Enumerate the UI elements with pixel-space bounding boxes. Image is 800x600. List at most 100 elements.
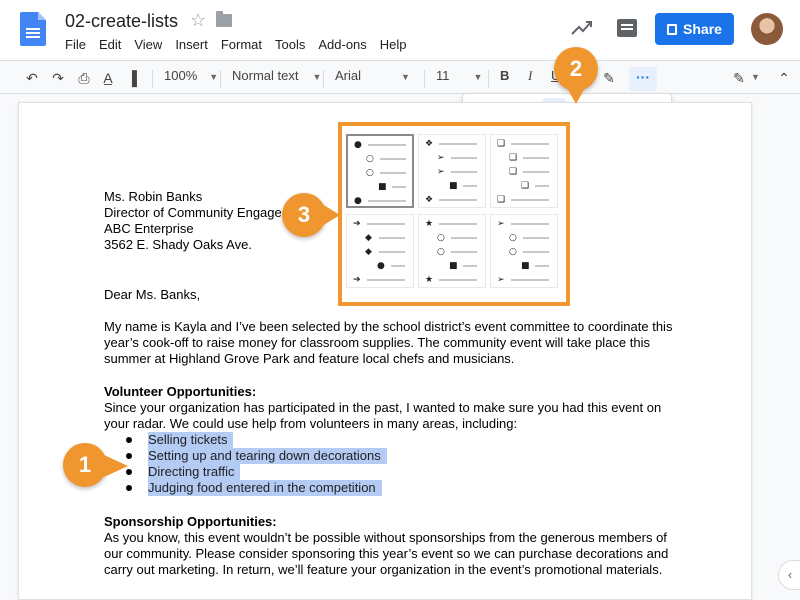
highlight-pen-icon[interactable]: ✎ [601,70,617,86]
menu-edit[interactable]: Edit [99,37,121,52]
side-panel-toggle-icon[interactable]: ‹ [778,560,800,590]
bullet-style-line [523,251,549,253]
collapse-icon[interactable]: ⌃ [776,70,792,86]
bullet-style-line [523,237,549,239]
app-header: 02-create-lists ☆ File Edit View Insert … [0,0,800,60]
bullet-style-line [367,279,405,281]
bullet-style-line [439,223,477,225]
bullet-style-line [380,172,406,174]
chevron-down-icon: ▼ [401,72,410,82]
bullet-style-option[interactable]: ❑ ❑ ❑ ❑ ❑ [490,134,558,208]
list-item-text: Judging food entered in the competition [148,480,382,496]
list-item-text: Directing traffic [148,464,241,480]
bullet-style-line [439,279,477,281]
menu-view[interactable]: View [134,37,162,52]
bullet-style-line [535,185,549,187]
bullet-glyph-icon: ❑ [509,153,518,163]
bullet-glyph-icon: ★ [425,275,434,285]
avatar[interactable] [751,13,783,45]
bullet-glyph-icon: ● [377,261,385,271]
list-item-text: Setting up and tearing down decorations [148,448,387,464]
bullet-style-line [511,279,549,281]
bullet-style-option[interactable]: ➢ ○ ○ ■ ➢ [490,214,558,288]
editing-mode-chevron-icon[interactable]: ▼ [751,68,760,83]
bullet-style-option[interactable]: ● ○ ○ ■ ● [346,134,414,208]
docs-logo-icon[interactable] [20,12,46,46]
style-select[interactable]: Normal text ▼ [232,68,321,83]
folder-icon[interactable] [216,11,232,27]
bullet-glyph-icon: ◆ [365,233,372,243]
menu-insert[interactable]: Insert [175,37,208,52]
paint-format-icon[interactable]: ▐ [124,70,140,86]
share-button[interactable]: Share [655,13,734,45]
bullet-style-line [391,265,405,267]
star-icon[interactable]: ☆ [190,10,206,31]
bullet-style-option[interactable]: ❖ ➢ ➢ ■ ❖ [418,134,486,208]
address-line: Ms. Robin Banks [104,189,203,204]
callout-pointer [567,88,585,104]
italic-button[interactable]: I [528,68,532,84]
intro-paragraph: My name is Kayla and I’ve been selected … [104,319,673,366]
bullet-style-line [368,200,406,202]
document-title[interactable]: 02-create-lists [65,11,178,32]
bullet-style-line [439,199,477,201]
bullet-style-line [535,265,549,267]
divider [152,70,153,88]
bullet-glyph-icon: ❑ [509,167,518,177]
zoom-select[interactable]: 100% ▼ [164,68,218,83]
bullet-style-line [463,185,477,187]
bullet-glyph-icon: ◆ [365,247,372,257]
recipient-address: Ms. Robin Banks Director of Community En… [104,189,282,253]
bullet-style-option[interactable]: ➔ ◆ ◆ ● ➔ [346,214,414,288]
bullet-style-line [451,157,477,159]
font-select[interactable]: Arial ▼ [335,68,410,83]
callout-3: 3 [282,193,326,237]
chevron-down-icon: ▼ [473,72,483,82]
bullet-style-line [463,265,477,267]
bullet-glyph-icon: ❑ [521,181,530,191]
bold-button[interactable]: B [500,68,509,83]
menu-file[interactable]: File [65,37,86,52]
bullet-glyph-icon: ➢ [437,153,445,163]
menu-help[interactable]: Help [380,37,407,52]
more-options-button[interactable]: ··· [629,67,657,91]
lock-icon [667,23,678,35]
bullet-style-line [379,251,405,253]
bullet-icon [126,485,132,491]
bullet-style-grid: ● ○ ○ ■ ● ❖ ➢ ➢ ■ ❖ ❑ ❑ ❑ ❑ ❑ ➔ ◆ ◆ ● ➔ ★ ○ ○ ■ ★ ➢ ○ ○ ■ ➢ [346,134,562,294]
callout-pointer [104,455,128,477]
zoom-value: 100% [164,68,198,83]
font-size-select[interactable]: 11 ▼ [436,68,482,83]
bullet-glyph-icon: ❑ [497,139,506,149]
undo-icon[interactable]: ↶ [24,70,40,86]
menu-addons[interactable]: Add-ons [318,37,366,52]
bullet-glyph-icon: ● [354,140,362,150]
divider [488,70,489,88]
print-icon[interactable]: ⎙ [76,70,92,86]
redo-icon[interactable]: ↷ [50,70,66,86]
list-item-text: Selling tickets [148,432,234,448]
divider [424,70,425,88]
menu-tools[interactable]: Tools [275,37,305,52]
menu-format[interactable]: Format [221,37,262,52]
spellcheck-icon[interactable]: A̲ [100,70,116,86]
bullet-style-option[interactable]: ★ ○ ○ ■ ★ [418,214,486,288]
bullet-style-line [511,143,549,145]
bullet-style-line [379,237,405,239]
callout-2: 2 [554,47,598,91]
activity-trend-icon[interactable] [571,19,593,37]
bullet-style-line [451,171,477,173]
bullet-glyph-icon: ○ [437,233,445,243]
bullet-glyph-icon: ➢ [497,275,505,285]
bullet-style-line [367,223,405,225]
comment-icon[interactable] [617,19,637,37]
bullet-style-line [392,186,406,188]
editing-mode-icon[interactable]: ✎ [731,70,747,86]
bullet-glyph-icon: ○ [437,247,445,257]
bullet-glyph-icon: ➢ [437,167,445,177]
bullet-style-line [511,223,549,225]
bullet-glyph-icon: ○ [509,247,517,257]
bullet-glyph-icon: ❑ [497,195,506,205]
address-line: Director of Community Engage [104,205,282,220]
bullet-glyph-icon: ● [354,196,362,206]
